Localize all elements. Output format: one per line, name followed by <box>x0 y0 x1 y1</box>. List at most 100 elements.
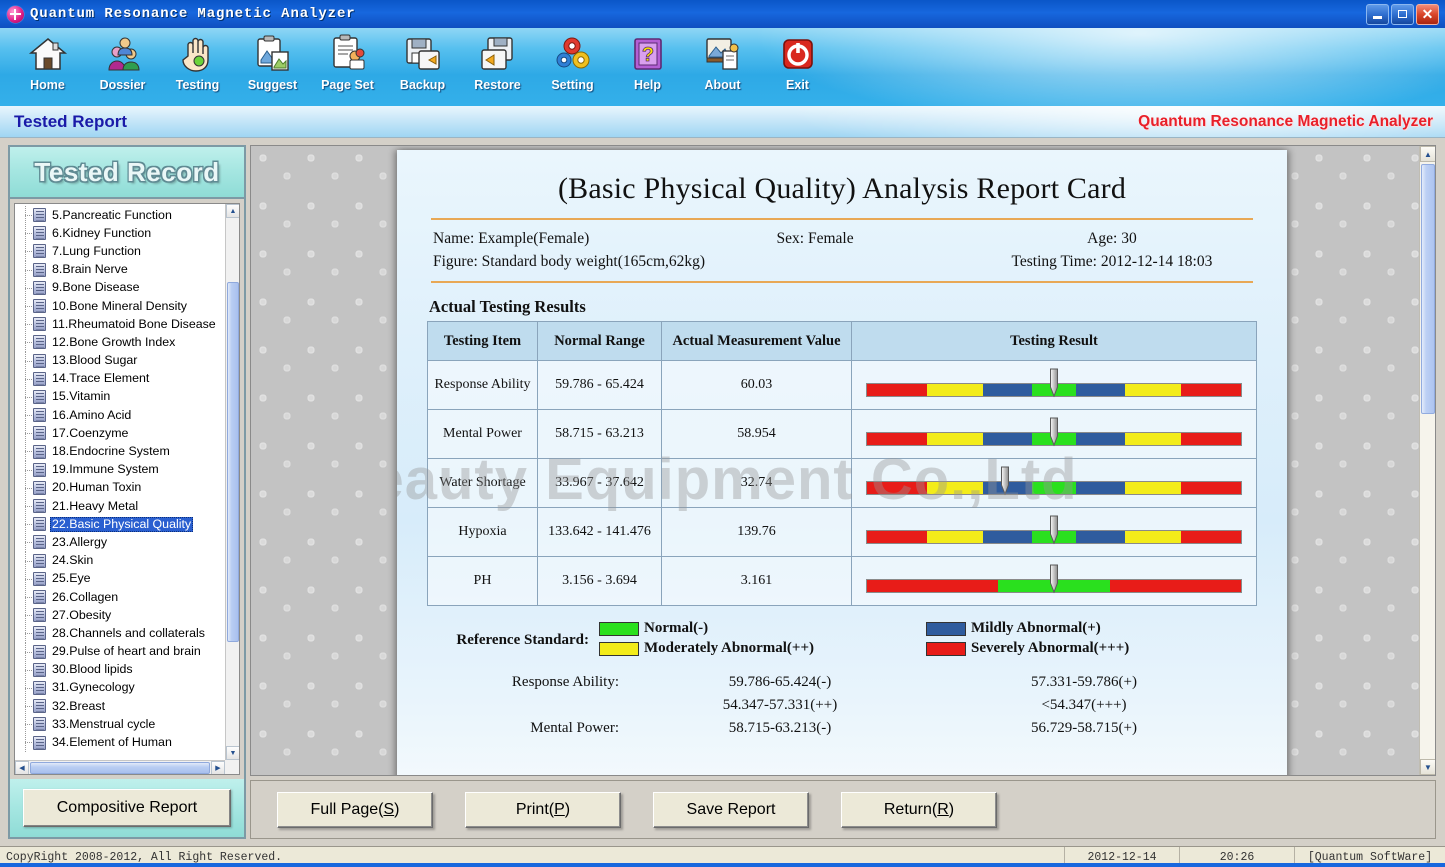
figure-value: Standard body weight(165cm,62kg) <box>482 253 705 270</box>
indicator-segment <box>1125 433 1181 445</box>
tree-line-icon <box>19 279 33 297</box>
list-item-label: 9.Bone Disease <box>50 280 141 295</box>
list-item[interactable]: 28.Channels and collaterals <box>17 624 225 642</box>
toolbar-item-testing[interactable]: Testing <box>160 28 235 106</box>
toolbar-item-backup[interactable]: Backup <box>385 28 460 106</box>
home-icon <box>28 34 68 74</box>
toolbar-item-home[interactable]: Home <box>10 28 85 106</box>
detail-range-normal: 59.786-65.424(-) <box>645 674 915 691</box>
scroll-up-icon[interactable]: ▲ <box>226 204 239 218</box>
brand-title: Quantum Resonance Magnetic Analyzer <box>1138 113 1433 131</box>
sidebar-hscroll-thumb[interactable] <box>30 762 210 774</box>
viewer-vertical-scrollbar[interactable]: ▲ ▼ <box>1419 146 1435 775</box>
list-item[interactable]: 16.Amino Acid <box>17 406 225 424</box>
sidebar-scroll-thumb[interactable] <box>227 282 239 642</box>
scroll-left-icon[interactable]: ◀ <box>15 761 29 775</box>
record-icon <box>33 535 46 549</box>
indicator-segment <box>1110 580 1241 592</box>
minimize-icon[interactable] <box>1366 4 1389 25</box>
close-icon[interactable]: ✕ <box>1416 4 1439 25</box>
indicator-segment <box>1076 482 1125 494</box>
list-item[interactable]: 9.Bone Disease <box>17 279 225 297</box>
scroll-down-icon[interactable]: ▼ <box>226 746 239 760</box>
toolbar-item-page-set[interactable]: Page Set <box>310 28 385 106</box>
record-icon <box>33 736 46 750</box>
list-item[interactable]: 24.Skin <box>17 552 225 570</box>
report-viewer: EHANG Beauty Equipment Co.,Ltd (Basic Ph… <box>250 145 1436 776</box>
name-label: Name: <box>433 230 474 247</box>
list-item[interactable]: 10.Bone Mineral Density <box>17 297 225 315</box>
list-item[interactable]: 21.Heavy Metal <box>17 497 225 515</box>
list-item[interactable]: 15.Vitamin <box>17 388 225 406</box>
list-item[interactable]: 5.Pancreatic Function <box>17 206 225 224</box>
print-button[interactable]: Print(P) <box>465 792 621 828</box>
toolbar-item-label: Page Set <box>321 78 374 92</box>
toolbar-item-dossier[interactable]: Dossier <box>85 28 160 106</box>
indicator-marker-icon <box>1047 564 1061 594</box>
scroll-right-icon[interactable]: ▶ <box>211 761 225 775</box>
return-button[interactable]: Return(R) <box>841 792 997 828</box>
toolbar-item-exit[interactable]: Exit <box>760 28 835 106</box>
list-item[interactable]: 29.Pulse of heart and brain <box>17 643 225 661</box>
list-item-label: 15.Vitamin <box>50 389 112 404</box>
list-item[interactable]: 17.Coenzyme <box>17 424 225 442</box>
list-item[interactable]: 33.Menstrual cycle <box>17 715 225 733</box>
tree-line-icon <box>19 552 33 570</box>
list-item[interactable]: 7.Lung Function <box>17 242 225 260</box>
sidebar-horizontal-scrollbar[interactable]: ◀ ▶ <box>15 760 225 774</box>
viewer-scroll-up-icon[interactable]: ▲ <box>1420 146 1436 162</box>
record-icon <box>33 590 46 604</box>
viewer-scroll-down-icon[interactable]: ▼ <box>1420 759 1436 775</box>
list-item[interactable]: 20.Human Toxin <box>17 479 225 497</box>
list-item[interactable]: 25.Eye <box>17 570 225 588</box>
tested-record-list[interactable]: 5.Pancreatic Function6.Kidney Function7.… <box>15 204 225 752</box>
toolbar-item-about[interactable]: About <box>685 28 760 106</box>
list-item[interactable]: 26.Collagen <box>17 588 225 606</box>
table-row: Mental Power58.715 - 63.21358.954 <box>428 410 1257 459</box>
cell-testing-result <box>852 459 1257 508</box>
list-item[interactable]: 27.Obesity <box>17 606 225 624</box>
list-item-label: 11.Rheumatoid Bone Disease <box>50 317 218 332</box>
toolbar-item-help[interactable]: ?Help <box>610 28 685 106</box>
detail-range-normal: 58.715-63.213(-) <box>645 720 915 737</box>
indicator-segment <box>983 531 1032 543</box>
figure-label: Figure: <box>433 253 478 270</box>
toolbar-item-suggest[interactable]: Suggest <box>235 28 310 106</box>
list-item[interactable]: 6.Kidney Function <box>17 224 225 242</box>
toolbar-item-restore[interactable]: Restore <box>460 28 535 106</box>
cell-range: 3.156 - 3.694 <box>538 557 662 606</box>
list-item[interactable]: 22.Basic Physical Quality <box>17 515 225 533</box>
restore-icon[interactable] <box>1391 4 1414 25</box>
result-indicator <box>856 515 1252 549</box>
record-icon <box>33 499 46 513</box>
compositive-report-button[interactable]: Compositive Report <box>23 789 231 827</box>
list-item[interactable]: 31.Gynecology <box>17 679 225 697</box>
exit-power-icon <box>778 34 818 74</box>
cell-value: 60.03 <box>662 361 852 410</box>
list-item[interactable]: 11.Rheumatoid Bone Disease <box>17 315 225 333</box>
toolbar-item-setting[interactable]: Setting <box>535 28 610 106</box>
list-item[interactable]: 23.Allergy <box>17 533 225 551</box>
viewer-scroll-thumb[interactable] <box>1421 164 1435 414</box>
list-item[interactable]: 34.Element of Human <box>17 733 225 751</box>
list-item[interactable]: 19.Immune System <box>17 461 225 479</box>
restore-disk-icon <box>478 34 518 74</box>
results-table: Testing ItemNormal RangeActual Measureme… <box>427 321 1257 606</box>
list-item[interactable]: 13.Blood Sugar <box>17 352 225 370</box>
list-item[interactable]: 8.Brain Nerve <box>17 261 225 279</box>
indicator-marker-icon <box>1047 515 1061 545</box>
save-report-button[interactable]: Save Report <box>653 792 809 828</box>
list-item[interactable]: 32.Breast <box>17 697 225 715</box>
cell-value: 3.161 <box>662 557 852 606</box>
list-item[interactable]: 30.Blood lipids <box>17 661 225 679</box>
column-header: Testing Item <box>428 322 538 361</box>
list-item[interactable]: 18.Endocrine System <box>17 442 225 460</box>
record-icon <box>33 645 46 659</box>
full-page-button[interactable]: Full Page(S) <box>277 792 433 828</box>
figure-field: Figure: Standard body weight(165cm,62kg) <box>433 253 973 271</box>
list-item[interactable]: 14.Trace Element <box>17 370 225 388</box>
indicator-segment <box>867 433 927 445</box>
list-item[interactable]: 12.Bone Growth Index <box>17 333 225 351</box>
sidebar-vertical-scrollbar[interactable]: ▲ ▼ <box>225 204 239 760</box>
legend-swatch <box>926 622 966 636</box>
